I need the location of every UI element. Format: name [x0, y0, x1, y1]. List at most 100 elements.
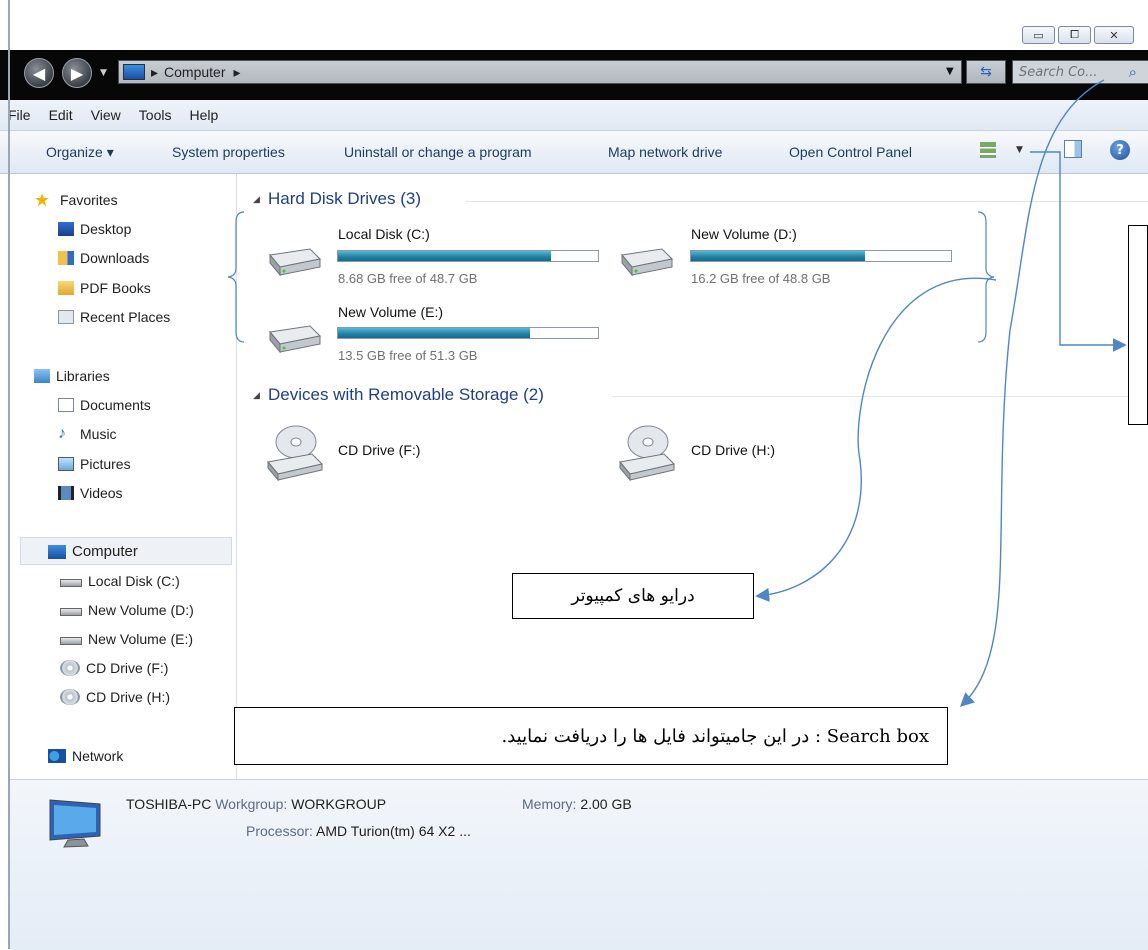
- nav-recent-places[interactable]: Recent Places: [58, 309, 170, 325]
- help-icon[interactable]: ?: [1110, 140, 1130, 160]
- details-memory: Memory: 2.00 GB: [522, 796, 632, 812]
- drive-c-usage-bar: [337, 250, 599, 262]
- drive-d-usage-fill: [691, 251, 866, 261]
- annotation-search-text: Search box : در این جامیتواند فایل ها را…: [501, 725, 929, 747]
- refresh-button[interactable]: ⇆: [966, 60, 1006, 84]
- close-button[interactable]: ✕: [1094, 26, 1134, 44]
- drive-c-usage-fill: [338, 251, 552, 261]
- workgroup-label: Workgroup:: [215, 796, 288, 812]
- drive-d-name[interactable]: New Volume (D:): [691, 226, 797, 242]
- memory-label: Memory:: [522, 796, 577, 812]
- drive-c-free-space: 8.68 GB free of 48.7 GB: [338, 271, 478, 286]
- search-input[interactable]: Search Co... ⌕: [1012, 60, 1148, 84]
- back-button[interactable]: ◀: [24, 58, 54, 88]
- hard-drive-icon: [60, 637, 82, 645]
- nav-volume-e[interactable]: New Volume (E:): [60, 631, 193, 647]
- drive-h-name[interactable]: CD Drive (H:): [691, 442, 775, 458]
- address-trail-icon[interactable]: ▸: [234, 64, 241, 81]
- uninstall-program-button[interactable]: Uninstall or change a program: [344, 144, 532, 160]
- nav-label: CD Drive (F:): [86, 660, 169, 676]
- hard-drive-icon: [269, 325, 322, 354]
- nav-cd-drive-h[interactable]: CD Drive (H:): [60, 689, 170, 705]
- hard-drive-icon: [60, 608, 82, 616]
- nav-label: Favorites: [60, 192, 118, 208]
- cd-drive-icon: [267, 425, 323, 482]
- music-note-icon: ♪: [58, 425, 66, 442]
- nav-downloads[interactable]: Downloads: [58, 250, 149, 266]
- computer-monitor-icon: [49, 799, 101, 848]
- recent-places-icon: [58, 310, 74, 324]
- close-icon: ✕: [1109, 28, 1119, 42]
- nav-cd-drive-f[interactable]: CD Drive (F:): [60, 660, 168, 676]
- menu-view[interactable]: View: [91, 107, 121, 123]
- back-arrow-icon: ◀: [32, 63, 46, 83]
- menu-tools[interactable]: Tools: [139, 107, 172, 123]
- nav-music[interactable]: ♪ Music: [58, 425, 117, 443]
- nav-label: Documents: [80, 397, 151, 413]
- annotation-box-right: [1128, 225, 1148, 425]
- nav-pictures[interactable]: Pictures: [58, 456, 131, 472]
- open-control-panel-button[interactable]: Open Control Panel: [789, 144, 912, 160]
- cd-drive-icon: [619, 425, 675, 482]
- menu-file[interactable]: File: [8, 107, 31, 123]
- network-icon: [48, 749, 66, 763]
- details-line-1: TOSHIBA-PC Workgroup: WORKGROUP: [126, 796, 386, 812]
- preview-pane-icon[interactable]: [1064, 140, 1082, 158]
- drive-f-name[interactable]: CD Drive (F:): [338, 442, 420, 458]
- nav-libraries[interactable]: Libraries: [34, 368, 110, 384]
- nav-label: Libraries: [56, 368, 110, 384]
- menu-edit[interactable]: Edit: [49, 107, 73, 123]
- desktop-icon: [58, 222, 74, 236]
- search-icon[interactable]: ⌕: [1129, 63, 1137, 81]
- nav-label: Network: [72, 748, 124, 764]
- forward-button[interactable]: ▶: [62, 58, 92, 88]
- map-network-drive-button[interactable]: Map network drive: [608, 144, 722, 160]
- nav-computer[interactable]: Computer: [48, 543, 138, 560]
- nav-pdf-books[interactable]: PDF Books: [58, 280, 151, 296]
- nav-label: Desktop: [80, 221, 132, 237]
- menu-bar: File Edit View Tools Help: [0, 100, 1148, 131]
- left-brace: [227, 211, 245, 343]
- address-bar[interactable]: ▸ Computer ▸: [118, 60, 962, 84]
- nav-label: Local Disk (C:): [88, 573, 180, 589]
- drive-d-free-space: 16.2 GB free of 48.8 GB: [691, 271, 831, 286]
- annotation-search: Search box : در این جامیتواند فایل ها را…: [234, 707, 948, 765]
- videos-icon: [58, 486, 74, 500]
- nav-documents[interactable]: Documents: [58, 397, 151, 413]
- collapse-triangle-icon[interactable]: ◢: [253, 195, 260, 205]
- computer-icon: [48, 544, 66, 559]
- change-view-icon[interactable]: [980, 142, 996, 158]
- maximize-button[interactable]: ⧠: [1058, 26, 1091, 44]
- folder-icon: [58, 281, 74, 295]
- view-dropdown-icon[interactable]: ▼: [1016, 145, 1023, 155]
- annotation-drives: درایو های کمپیوتر: [512, 573, 754, 619]
- drive-c-name[interactable]: Local Disk (C:): [338, 226, 430, 242]
- recent-pages-icon[interactable]: ▼: [100, 68, 107, 78]
- nav-videos[interactable]: Videos: [58, 485, 123, 501]
- details-processor: Processor: AMD Turion(tm) 64 X2 ...: [246, 823, 471, 839]
- section-divider: [612, 396, 1148, 397]
- downloads-folder-icon: [58, 251, 74, 265]
- maximize-icon: ⧠: [1070, 28, 1079, 41]
- system-properties-button[interactable]: System properties: [172, 144, 285, 160]
- collapse-triangle-icon[interactable]: ◢: [253, 391, 260, 401]
- menu-help[interactable]: Help: [189, 107, 218, 123]
- address-location[interactable]: Computer: [164, 64, 225, 80]
- minimize-button[interactable]: ▭: [1022, 26, 1055, 44]
- drive-e-usage-fill: [338, 328, 531, 338]
- nav-network[interactable]: Network: [48, 748, 123, 764]
- pc-name: TOSHIBA-PC: [126, 796, 212, 812]
- organize-button[interactable]: Organize ▾: [46, 144, 114, 161]
- section-hard-disk-drives[interactable]: Hard Disk Drives (3): [268, 189, 421, 209]
- nav-desktop[interactable]: Desktop: [58, 221, 131, 237]
- cd-drive-icon: [60, 660, 80, 676]
- nav-favorites[interactable]: ★ Favorites: [34, 191, 118, 209]
- processor-label: Processor:: [246, 823, 313, 839]
- nav-local-disk-c[interactable]: Local Disk (C:): [60, 573, 180, 589]
- section-removable-storage[interactable]: Devices with Removable Storage (2): [268, 385, 544, 405]
- drive-d-usage-bar: [690, 250, 952, 262]
- nav-label: Computer: [72, 543, 138, 560]
- drive-e-name[interactable]: New Volume (E:): [338, 304, 443, 320]
- nav-volume-d[interactable]: New Volume (D:): [60, 602, 194, 618]
- address-dropdown-icon[interactable]: ▼: [946, 66, 958, 77]
